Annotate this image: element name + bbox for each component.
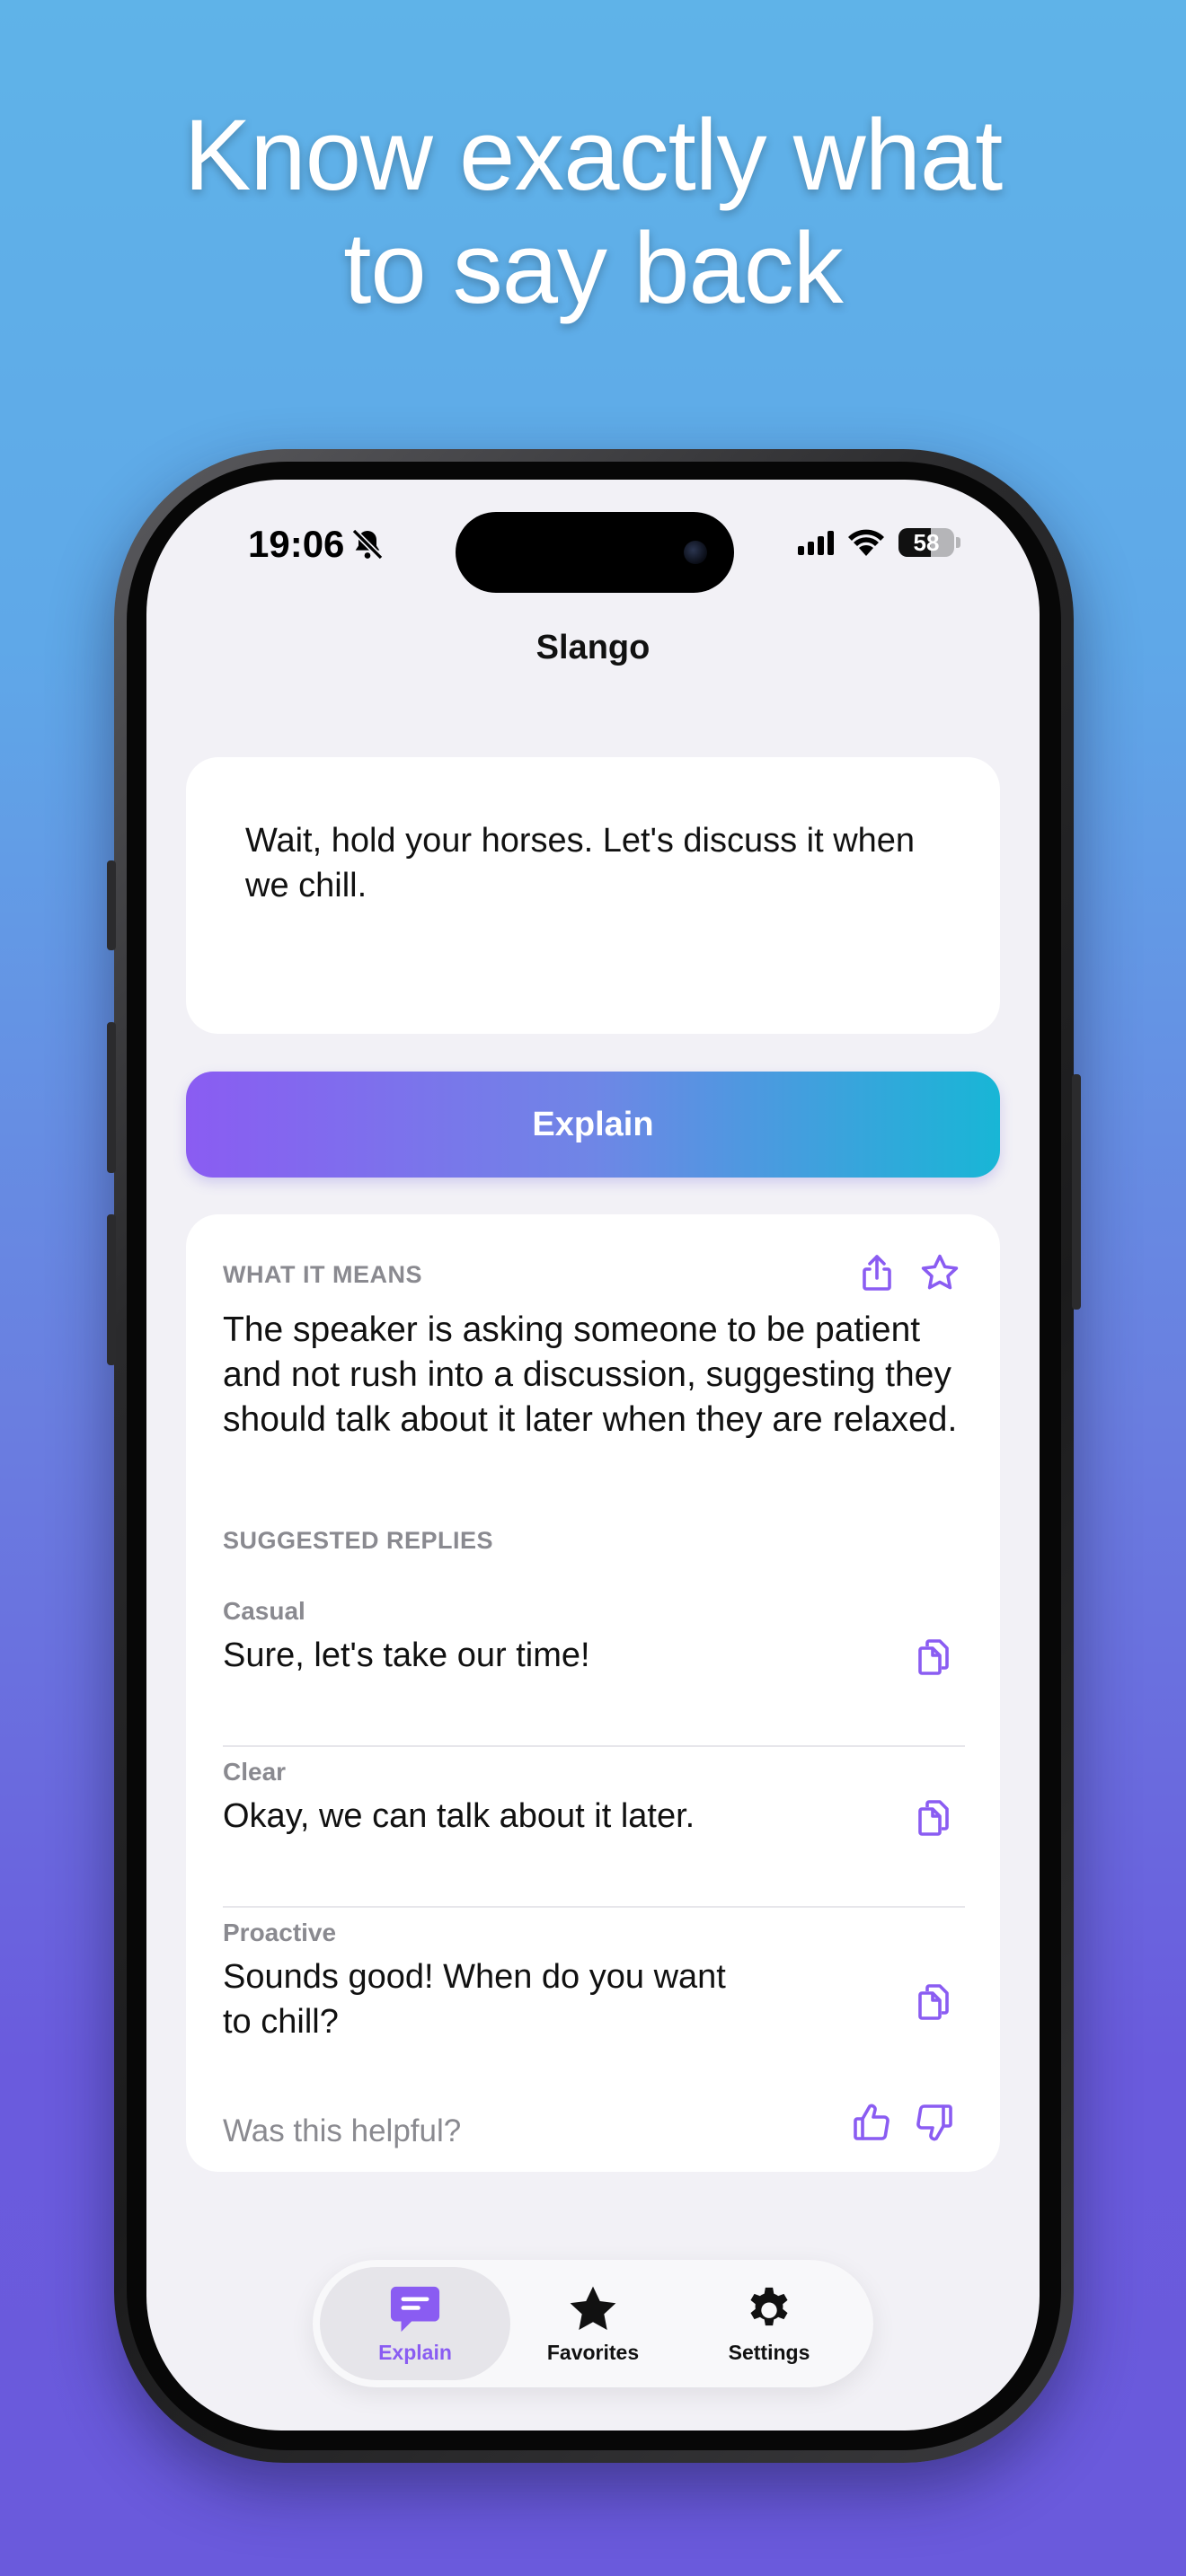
tab-settings[interactable]: Settings	[674, 2267, 864, 2380]
tab-bar: Explain Favorites Settings	[313, 2260, 873, 2387]
explain-button[interactable]: Explain	[186, 1072, 1000, 1178]
headline: Know exactly what to say back	[0, 99, 1186, 325]
thumbs-up-icon	[854, 2104, 890, 2140]
divider	[223, 1906, 965, 1908]
star-icon	[570, 2286, 616, 2330]
cellular-signal-icon	[798, 530, 834, 555]
headline-line-2: to say back	[343, 212, 844, 324]
tab-explain[interactable]: Explain	[320, 2267, 510, 2380]
replies-label: SUGGESTED REPLIES	[223, 1527, 494, 1554]
copy-icon	[918, 1639, 949, 1675]
status-time: 19:06	[248, 523, 345, 565]
favorite-button[interactable]	[916, 1248, 964, 1297]
copy-icon	[918, 1984, 949, 2020]
volume-down-button	[107, 1214, 116, 1365]
page-title: Slango	[535, 629, 651, 666]
reply-casual: Casual Sure, let's take our time!	[223, 1597, 969, 1678]
star-outline-icon	[921, 1254, 959, 1290]
tab-label: Explain	[378, 2340, 452, 2364]
wifi-icon	[848, 529, 884, 556]
share-button[interactable]	[853, 1248, 901, 1297]
message-icon	[390, 2286, 440, 2332]
thumbs-down-button[interactable]	[910, 2098, 959, 2147]
gear-icon	[750, 2287, 788, 2325]
tab-label: Settings	[728, 2340, 810, 2364]
battery-icon: 58	[898, 528, 954, 557]
reply-text: Sure, let's take our time!	[223, 1636, 590, 1674]
tab-favorites[interactable]: Favorites	[498, 2267, 688, 2380]
reply-text: Sounds good! When do you want to chill?	[223, 1958, 726, 2041]
share-icon	[863, 1255, 891, 1291]
copy-reply-casual-button[interactable]	[910, 1633, 959, 1681]
copy-reply-proactive-button[interactable]	[910, 1978, 959, 2026]
helpful-prompt: Was this helpful?	[223, 2113, 462, 2148]
status-indicators: 58	[798, 525, 960, 560]
thumbs-down-icon	[916, 2104, 952, 2141]
reply-tone: Clear	[223, 1758, 287, 1786]
headline-line-1: Know exactly what	[183, 99, 1004, 211]
reply-tone: Proactive	[223, 1919, 337, 1946]
power-button	[1072, 1074, 1081, 1310]
reply-tone: Casual	[223, 1597, 305, 1625]
phrase-input-text[interactable]: Wait, hold your horses. Let's discuss it…	[245, 818, 941, 908]
reply-clear: Clear Okay, we can talk about it later.	[223, 1758, 969, 1839]
app-screen: 19:06 58 Slango Wait, hold your horses. …	[146, 480, 1040, 2430]
copy-icon	[918, 1800, 949, 1836]
meaning-label: WHAT IT MEANS	[223, 1261, 422, 1288]
action-button	[107, 860, 116, 950]
tab-label: Favorites	[546, 2340, 640, 2364]
copy-reply-clear-button[interactable]	[910, 1794, 959, 1842]
reply-text: Okay, we can talk about it later.	[223, 1797, 695, 1835]
result-card: WHAT IT MEANS The speaker is asking some…	[186, 1214, 1000, 2172]
thumbs-up-button[interactable]	[847, 2098, 896, 2147]
meaning-text: The speaker is asking someone to be pati…	[223, 1310, 958, 1439]
bell-muted-icon	[351, 528, 384, 560]
divider	[223, 1745, 965, 1747]
dynamic-island	[456, 512, 734, 593]
phrase-input[interactable]: Wait, hold your horses. Let's discuss it…	[186, 757, 1000, 1034]
battery-level: 58	[913, 528, 940, 556]
volume-up-button	[107, 1022, 116, 1173]
reply-proactive: Proactive Sounds good! When do you want …	[223, 1919, 969, 2044]
